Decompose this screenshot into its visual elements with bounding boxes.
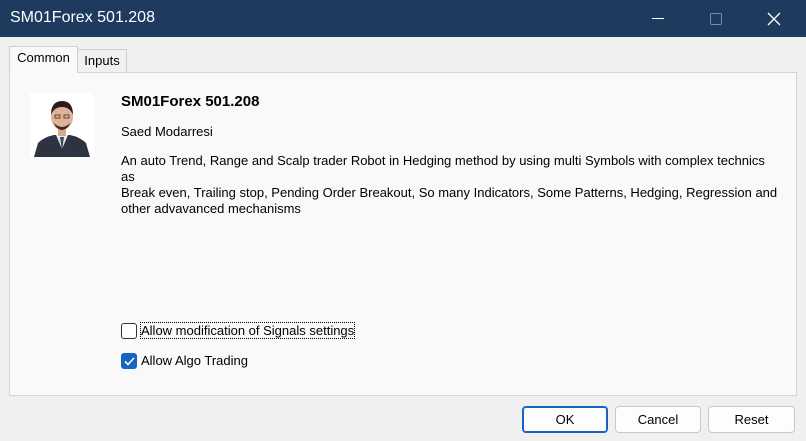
description-line: Break even, Trailing stop, Pending Order… xyxy=(121,185,778,200)
checkmark-icon xyxy=(124,357,135,366)
close-button[interactable] xyxy=(752,0,796,37)
maximize-icon xyxy=(710,12,722,25)
tab-common[interactable]: Common xyxy=(9,46,78,73)
close-icon xyxy=(767,12,781,25)
cancel-button[interactable]: Cancel xyxy=(615,406,701,433)
expert-description: An auto Trend, Range and Scalp trader Ro… xyxy=(121,153,778,217)
tab-inputs[interactable]: Inputs xyxy=(78,49,127,73)
author-photo xyxy=(30,93,94,157)
expert-author: Saed Modarresi xyxy=(121,124,213,139)
minimize-button[interactable] xyxy=(636,0,680,37)
maximize-button[interactable] xyxy=(694,0,738,37)
title-bar: SM01Forex 501.208 xyxy=(0,0,806,37)
author-avatar xyxy=(30,93,94,157)
reset-button[interactable]: Reset xyxy=(708,406,795,433)
window-title: SM01Forex 501.208 xyxy=(10,9,155,26)
allow-algo-checkbox[interactable] xyxy=(121,353,137,369)
tab-panel-common xyxy=(9,72,797,396)
allow-signals-checkbox[interactable] xyxy=(121,323,137,339)
allow-signals-label[interactable]: Allow modification of Signals settings xyxy=(139,322,356,339)
allow-algo-label[interactable]: Allow Algo Trading xyxy=(141,353,248,368)
ok-button[interactable]: OK xyxy=(522,406,608,433)
minimize-icon xyxy=(652,17,664,19)
description-line: other advavanced mechanisms xyxy=(121,201,301,216)
expert-name: SM01Forex 501.208 xyxy=(121,93,260,110)
description-line: as xyxy=(121,169,135,184)
description-line: An auto Trend, Range and Scalp trader Ro… xyxy=(121,153,765,168)
